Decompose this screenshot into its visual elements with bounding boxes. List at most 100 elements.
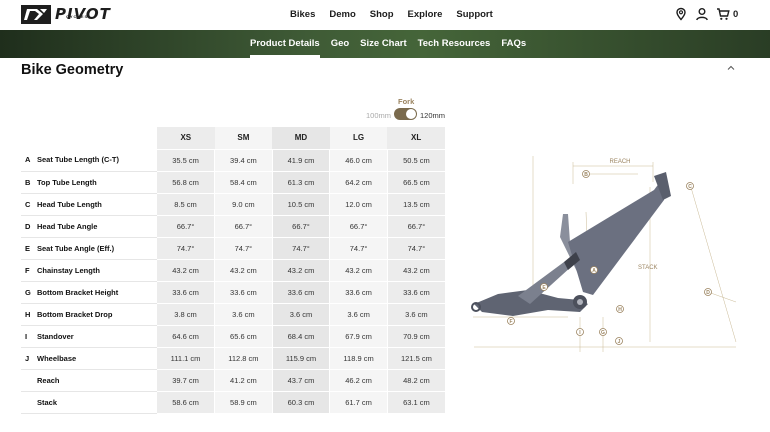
size-header-md: MD <box>272 127 330 150</box>
table-cell: 13.5 cm <box>386 193 445 216</box>
table-row: G Bottom Bracket Height 33.6 cm 33.6 cm 33.6… <box>21 281 445 304</box>
product-subnav: Product Details Geo Size Chart Tech Reso… <box>250 30 537 58</box>
table-cell: 41.9 cm <box>271 149 330 172</box>
row-label: H Bottom Bracket Drop <box>21 303 157 326</box>
table-row: Stack 58.6 cm 58.9 cm 60.3 cm 61.7 cm 63.1 cm <box>21 391 445 414</box>
row-label: F Chainstay Length <box>21 259 157 282</box>
nav-item-support[interactable]: Support <box>456 9 492 20</box>
table-cell: 68.4 cm <box>271 325 330 348</box>
table-cell: 43.2 cm <box>386 259 445 282</box>
subnav-geo[interactable]: Geo <box>331 30 349 58</box>
top-navigation: PIVOT CYCLES Bikes Demo Shop Explore Sup… <box>0 0 770 30</box>
table-cell: 70.9 cm <box>386 325 445 348</box>
table-cell: 67.9 cm <box>329 325 388 348</box>
svg-text:A: A <box>592 268 596 274</box>
cart-count: 0 <box>733 8 739 20</box>
row-name: Bottom Bracket Height <box>37 287 119 297</box>
table-cell: 74.7° <box>214 237 273 260</box>
table-cell: 61.7 cm <box>329 391 388 414</box>
marker-f: F <box>507 317 515 325</box>
subnav-size-chart[interactable]: Size Chart <box>360 30 406 58</box>
svg-text:H: H <box>618 307 622 313</box>
fork-label: Fork <box>398 97 415 106</box>
table-cell: 118.9 cm <box>329 347 388 370</box>
svg-text:G: G <box>601 330 605 336</box>
table-cell: 33.6 cm <box>329 281 388 304</box>
size-header-lg: LG <box>329 127 388 150</box>
table-cell: 3.6 cm <box>386 303 445 326</box>
table-body: A Seat Tube Length (C-T) 35.5 cm 39.4 cm 41.… <box>21 149 445 414</box>
row-label: C Head Tube Length <box>21 193 157 216</box>
table-row: E Seat Tube Angle (Eff.) 74.7° 74.7° 74.7° 74… <box>21 237 445 260</box>
row-name: Top Tube Length <box>37 177 97 187</box>
table-cell: 39.7 cm <box>157 369 215 392</box>
table-cell: 74.7° <box>386 237 445 260</box>
table-cell: 115.9 cm <box>271 347 330 370</box>
table-cell: 10.5 cm <box>271 193 330 216</box>
fork-toggle-knob <box>406 109 416 119</box>
table-cell: 39.4 cm <box>214 149 273 172</box>
table-row: D Head Tube Angle 66.7° 66.7° 66.7° 66.7° 66.7… <box>21 215 445 238</box>
chevron-up-icon[interactable] <box>725 62 737 74</box>
table-cell: 33.6 cm <box>386 281 445 304</box>
main-nav: Bikes Demo Shop Explore Support <box>290 9 507 20</box>
table-cell: 66.5 cm <box>386 171 445 194</box>
location-pin-icon[interactable] <box>674 7 688 21</box>
table-cell: 50.5 cm <box>386 149 445 172</box>
row-label: A Seat Tube Length (C-T) <box>21 149 157 172</box>
brand-sub: CYCLES <box>66 14 89 19</box>
row-name: Bottom Bracket Drop <box>37 309 113 319</box>
table-cell: 112.8 cm <box>214 347 273 370</box>
user-icon[interactable] <box>695 7 709 21</box>
fork-toggle[interactable] <box>394 108 417 120</box>
fork-option-120mm[interactable]: 120mm <box>420 111 445 120</box>
nav-item-demo[interactable]: Demo <box>329 9 355 20</box>
geometry-diagram: REACH STACK B C A E D H F I G J <box>471 156 737 352</box>
row-letter: D <box>25 221 31 231</box>
row-label: G Bottom Bracket Height <box>21 281 157 304</box>
table-cell: 43.2 cm <box>157 259 215 282</box>
fork-option-100mm[interactable]: 100mm <box>366 111 391 120</box>
nav-item-shop[interactable]: Shop <box>370 9 394 20</box>
table-cell: 64.6 cm <box>157 325 215 348</box>
table-cell: 58.4 cm <box>214 171 273 194</box>
subnav-product-details[interactable]: Product Details <box>250 30 320 58</box>
row-label: B Top Tube Length <box>21 171 157 194</box>
reach-label: REACH <box>609 159 630 165</box>
marker-d: D <box>704 288 712 296</box>
table-cell: 33.6 cm <box>214 281 273 304</box>
table-cell: 43.7 cm <box>271 369 330 392</box>
subnav-faqs[interactable]: FAQs <box>501 30 526 58</box>
row-letter: I <box>25 331 28 341</box>
svg-text:D: D <box>706 290 710 296</box>
table-cell: 56.8 cm <box>157 171 215 194</box>
table-cell: 12.0 cm <box>329 193 388 216</box>
table-cell: 3.6 cm <box>214 303 273 326</box>
table-cell: 66.7° <box>386 215 445 238</box>
table-row: Reach 39.7 cm 41.2 cm 43.7 cm 46.2 cm 48.2 cm <box>21 369 445 392</box>
table-row: B Top Tube Length 56.8 cm 58.4 cm 61.3 cm 64.… <box>21 171 445 194</box>
table-cell: 74.7° <box>329 237 388 260</box>
header-tools: 0 <box>674 7 738 21</box>
table-header-blank <box>21 127 157 149</box>
marker-a: A <box>590 266 598 274</box>
subnav-tech-resources[interactable]: Tech Resources <box>418 30 491 58</box>
table-cell: 33.6 cm <box>271 281 330 304</box>
cart-icon[interactable] <box>716 7 730 21</box>
row-letter: B <box>25 177 31 187</box>
table-cell: 63.1 cm <box>386 391 445 414</box>
table-cell: 64.2 cm <box>329 171 388 194</box>
table-cell: 74.7° <box>271 237 330 260</box>
section-title: Bike Geometry <box>21 62 124 78</box>
stack-label: STACK <box>638 265 658 271</box>
marker-i: I <box>576 328 584 336</box>
row-letter: H <box>25 309 31 319</box>
table-cell: 58.9 cm <box>214 391 273 414</box>
marker-g: G <box>599 328 607 336</box>
table-row: J Wheelbase 111.1 cm 112.8 cm 115.9 cm 118.9 … <box>21 347 445 370</box>
nav-item-explore[interactable]: Explore <box>408 9 443 20</box>
nav-item-bikes[interactable]: Bikes <box>290 9 315 20</box>
row-name: Standover <box>37 331 74 341</box>
row-name: Reach <box>37 375 60 385</box>
table-cell: 43.2 cm <box>271 259 330 282</box>
